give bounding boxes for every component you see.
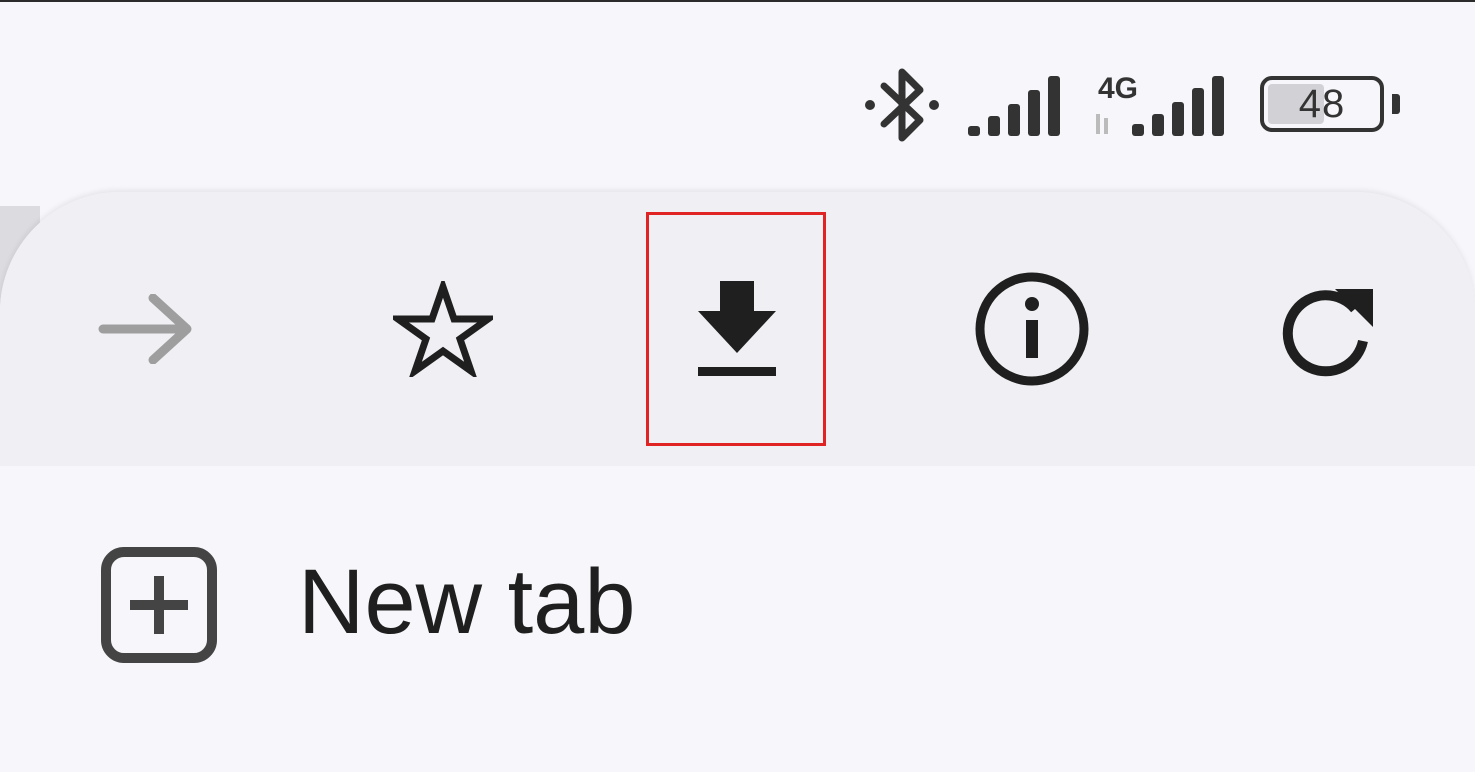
battery-nub bbox=[1392, 94, 1400, 114]
battery-icon: 48 bbox=[1260, 76, 1384, 132]
add-box-icon bbox=[101, 547, 217, 663]
download-button[interactable] bbox=[662, 254, 812, 404]
star-outline-icon bbox=[393, 281, 493, 377]
arrow-right-icon bbox=[98, 294, 192, 364]
bookmark-button[interactable] bbox=[368, 254, 518, 404]
menu-toolbar bbox=[0, 192, 1475, 466]
page-info-button[interactable] bbox=[957, 254, 1107, 404]
bluetooth-icon bbox=[865, 68, 939, 142]
download-icon bbox=[698, 281, 776, 376]
browser-menu-panel: New tab bbox=[0, 192, 1475, 772]
menu-item-label: New tab bbox=[298, 551, 636, 653]
status-bar: 4G 48 bbox=[0, 2, 1475, 192]
reload-icon bbox=[1282, 289, 1373, 377]
forward-button[interactable] bbox=[72, 254, 222, 404]
reload-button[interactable] bbox=[1252, 254, 1402, 404]
menu-item-new-tab[interactable]: New tab bbox=[0, 492, 1475, 712]
battery-level: 48 bbox=[1298, 81, 1346, 126]
signal-icon bbox=[968, 76, 1060, 136]
info-icon bbox=[975, 272, 1089, 386]
network-type-label: 4G bbox=[1098, 72, 1138, 105]
signal-4g-icon: 4G bbox=[1096, 72, 1224, 136]
